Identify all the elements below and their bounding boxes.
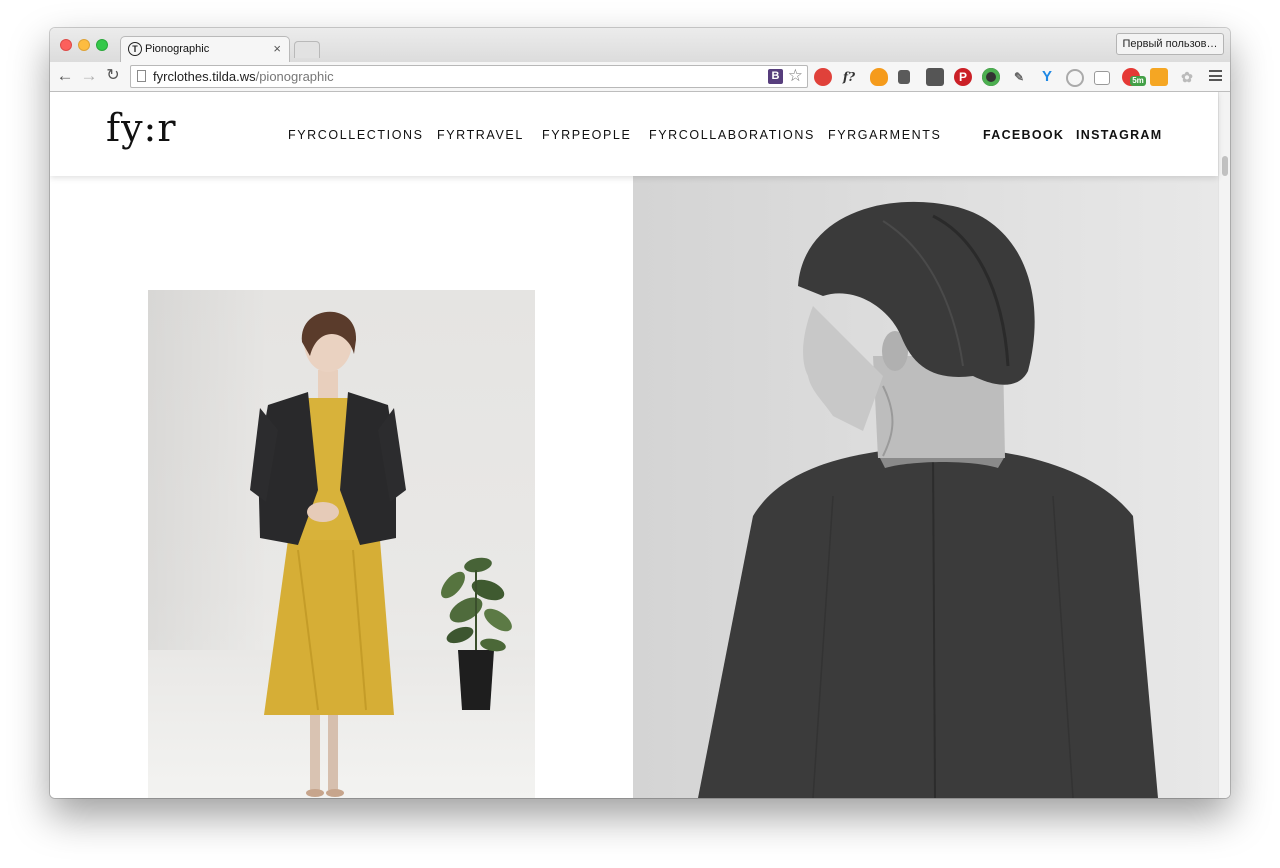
url-path: /pionographic bbox=[255, 69, 334, 84]
url-text[interactable]: fyrclothes.tilda.ws/pionographic bbox=[153, 69, 334, 84]
new-tab-button[interactable] bbox=[294, 41, 320, 58]
eyedropper-icon[interactable]: ✎ bbox=[1010, 68, 1028, 86]
scrollbar-thumb[interactable] bbox=[1222, 156, 1228, 176]
nav-fyrtravel[interactable]: FYRTRAVEL bbox=[437, 128, 524, 142]
y-icon[interactable]: Y bbox=[1038, 68, 1056, 86]
ublock-icon[interactable] bbox=[814, 68, 832, 86]
counter-badge: 5m bbox=[1130, 76, 1146, 86]
tab-close-icon[interactable]: × bbox=[273, 41, 281, 56]
bootstrap-icon[interactable]: B bbox=[768, 69, 783, 84]
minimize-window-button[interactable] bbox=[78, 39, 90, 51]
zoom-window-button[interactable] bbox=[96, 39, 108, 51]
close-window-button[interactable] bbox=[60, 39, 72, 51]
address-bar[interactable]: fyrclothes.tilda.ws/pionographic B ☆ bbox=[130, 65, 808, 88]
profile-button[interactable]: Первый пользов… bbox=[1116, 33, 1224, 55]
bookmark-star-icon[interactable]: ☆ bbox=[788, 66, 803, 86]
browser-window: T Pionographic × Первый пользов… ← → ↻ f… bbox=[50, 28, 1230, 798]
nav-facebook[interactable]: FACEBOOK bbox=[983, 128, 1064, 142]
portrait-illustration bbox=[633, 176, 1218, 798]
nav-fyrgarments[interactable]: FYRGARMENTS bbox=[828, 128, 941, 142]
forward-arrow-icon[interactable]: → bbox=[80, 66, 98, 86]
pinterest-icon[interactable]: P bbox=[954, 68, 972, 86]
photo-bw-portrait bbox=[633, 176, 1218, 798]
reader-icon[interactable] bbox=[1094, 71, 1110, 85]
menu-icon[interactable] bbox=[1209, 70, 1222, 81]
nav-fyrcollaborations[interactable]: FYRCOLLABORATIONS bbox=[649, 128, 815, 142]
tab-pionographic[interactable]: T Pionographic × bbox=[120, 36, 290, 62]
nav-fyrpeople[interactable]: FYRPEOPLE bbox=[542, 128, 631, 142]
model-illustration bbox=[250, 311, 512, 797]
tab-strip: T Pionographic × Первый пользов… bbox=[50, 28, 1230, 62]
color-picker-icon[interactable] bbox=[982, 68, 1000, 86]
page-scrollbar[interactable] bbox=[1218, 92, 1230, 798]
tab-title: Pionographic bbox=[145, 43, 210, 55]
photo-yellow-dress bbox=[148, 290, 535, 798]
site-logo[interactable]: fy:r bbox=[106, 106, 177, 150]
site-header: fy:r FYRCOLLECTIONS FYRTRAVEL FYRPEOPLE … bbox=[50, 92, 1218, 176]
gallery-content bbox=[50, 176, 1218, 798]
fire-icon[interactable] bbox=[870, 68, 888, 86]
back-arrow-icon[interactable]: ← bbox=[56, 66, 74, 86]
page-icon bbox=[137, 70, 146, 82]
paw-icon[interactable]: ✿ bbox=[1178, 68, 1196, 86]
pocket-icon[interactable] bbox=[926, 68, 944, 86]
font-finder-icon[interactable]: f? bbox=[840, 68, 858, 86]
page-viewport: fy:r FYRCOLLECTIONS FYRTRAVEL FYRPEOPLE … bbox=[50, 92, 1230, 798]
url-host: fyrclothes.tilda.ws bbox=[153, 69, 256, 84]
evernote-icon[interactable] bbox=[898, 70, 910, 84]
refresh-ext-icon[interactable] bbox=[1066, 69, 1084, 87]
browser-toolbar: ← → ↻ fyrclothes.tilda.ws/pionographic B… bbox=[50, 62, 1230, 92]
nav-instagram[interactable]: INSTAGRAM bbox=[1076, 128, 1162, 142]
nav-fyrcollections[interactable]: FYRCOLLECTIONS bbox=[288, 128, 424, 142]
tilda-favicon-icon: T bbox=[128, 42, 142, 56]
analytics-icon[interactable] bbox=[1150, 68, 1168, 86]
reload-icon[interactable]: ↻ bbox=[104, 66, 122, 86]
